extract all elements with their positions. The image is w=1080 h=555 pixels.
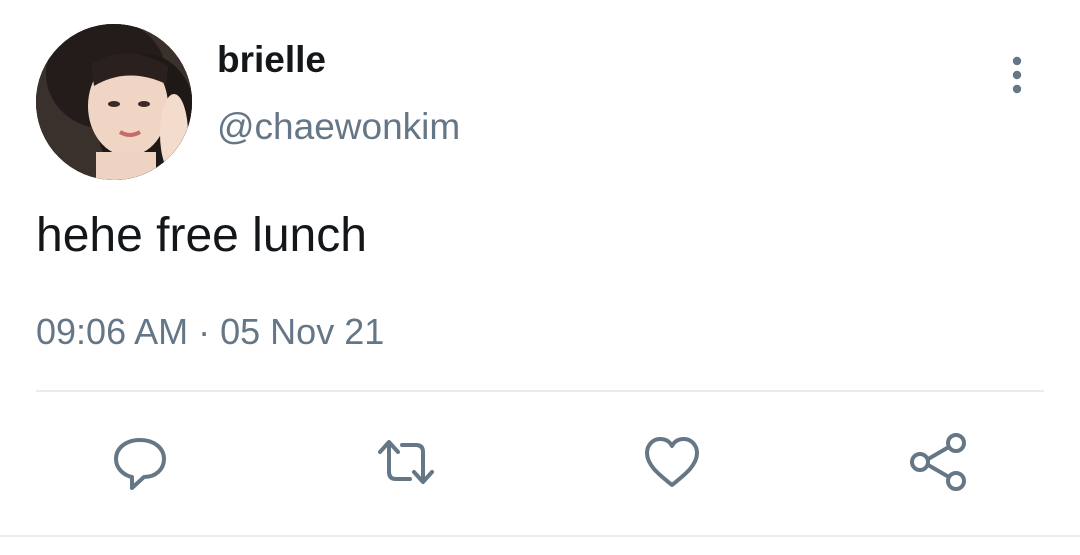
- tweet-timestamp: 09:06 AM · 05 Nov 21: [36, 310, 384, 353]
- avatar[interactable]: [36, 24, 192, 180]
- more-vertical-icon: [1012, 56, 1022, 94]
- divider: [36, 390, 1044, 392]
- share-icon: [910, 433, 966, 491]
- retweet-button[interactable]: [374, 430, 438, 494]
- tweet-time: 09:06 AM: [36, 311, 189, 352]
- retweet-icon: [378, 440, 434, 484]
- tweet-card: brielle @chaewonkim hehe free lunch 09:0…: [0, 0, 1080, 555]
- heart-icon: [645, 437, 699, 487]
- avatar-image: [36, 24, 192, 180]
- user-handle[interactable]: @chaewonkim: [217, 105, 460, 149]
- more-options-button[interactable]: [996, 52, 1038, 98]
- display-name[interactable]: brielle: [217, 38, 326, 82]
- bottom-divider: [0, 535, 1080, 537]
- tweet-date: 05 Nov 21: [220, 311, 385, 352]
- timestamp-separator: ·: [198, 311, 211, 352]
- reply-button[interactable]: [108, 430, 172, 494]
- reply-icon: [114, 438, 166, 490]
- share-button[interactable]: [906, 430, 970, 494]
- tweet-text: hehe free lunch: [36, 209, 367, 262]
- like-button[interactable]: [640, 430, 704, 494]
